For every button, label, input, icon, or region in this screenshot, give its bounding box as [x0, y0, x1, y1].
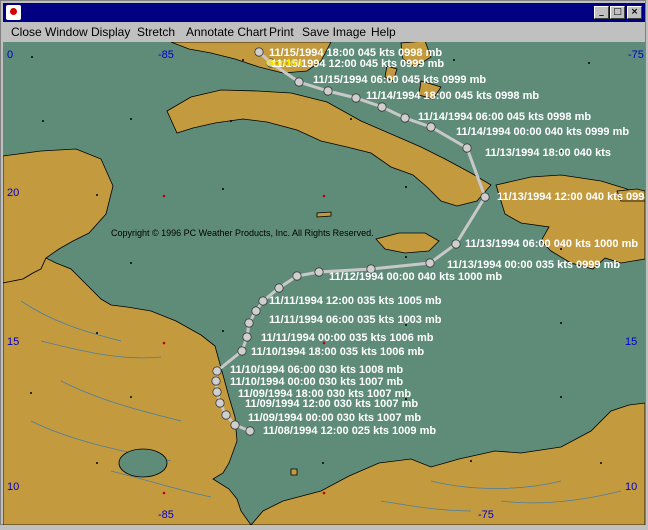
track-point-label: 11/11/1994 12:00 035 kts 1005 mb — [269, 295, 442, 307]
lat-left-15: 15 — [7, 336, 19, 348]
track-point[interactable] — [426, 122, 436, 132]
menu-close-window[interactable]: Close Window — [11, 25, 88, 39]
menu-annotate-chart[interactable]: Annotate Chart — [186, 25, 267, 39]
track-point[interactable] — [230, 420, 240, 430]
track-point[interactable] — [314, 267, 324, 277]
app-hurricane-icon[interactable] — [6, 5, 21, 20]
app-window: _ □ × Close Window Display Stretch Annot… — [0, 0, 648, 526]
map-view[interactable]: -85 -75 -85 -75 20 15 10 0 15 10 Copyrig… — [2, 40, 648, 526]
lat-right-10: 10 — [625, 481, 637, 493]
track-point[interactable] — [244, 318, 254, 328]
lat-left-20: 20 — [7, 187, 19, 199]
track-point-label: 11/09/1994 12:00 030 kts 1007 mb — [245, 398, 418, 410]
track-point[interactable] — [294, 77, 304, 87]
track-point[interactable] — [377, 102, 387, 112]
track-point-label: 11/09/1994 00:00 030 kts 1007 mb — [248, 412, 421, 424]
track-point-label: 11/08/1994 12:00 025 kts 1009 mb — [263, 425, 436, 437]
lon-top-75: -75 — [628, 49, 644, 61]
track-point[interactable] — [292, 271, 302, 281]
track-point-label: 11/11/1994 00:00 035 kts 1006 mb — [261, 332, 434, 344]
title-bar[interactable]: _ □ × — [3, 3, 645, 22]
track-point-label: 11/10/1994 06:00 030 kts 1008 mb — [230, 364, 403, 376]
minimize-button[interactable]: _ — [594, 6, 609, 19]
maximize-button[interactable]: □ — [610, 6, 625, 19]
track-point-label: 11/13/1994 12:00 040 kts 0998 mb — [497, 191, 645, 203]
copyright-text: Copyright © 1996 PC Weather Products, In… — [111, 228, 374, 238]
track-point[interactable] — [221, 410, 231, 420]
track-point[interactable] — [258, 296, 268, 306]
menu-bar: Close Window Display Stretch Annotate Ch… — [3, 23, 645, 41]
track-point[interactable] — [462, 143, 472, 153]
track-point[interactable] — [480, 192, 490, 202]
track-point[interactable] — [212, 387, 222, 397]
track-point[interactable] — [211, 376, 221, 386]
track-point[interactable] — [242, 332, 252, 342]
track-point[interactable] — [400, 113, 410, 123]
track-point[interactable] — [212, 366, 222, 376]
lon-top-85: -85 — [158, 49, 174, 61]
menu-save-image[interactable]: Save Image — [302, 25, 366, 39]
track-point-label: 11/10/1994 18:00 035 kts 1006 mb — [251, 346, 424, 358]
land-san-andres — [290, 468, 298, 476]
lon-bot-75: -75 — [478, 509, 494, 521]
lon-bot-85: -85 — [158, 509, 174, 521]
menu-print[interactable]: Print — [269, 25, 294, 39]
menu-help[interactable]: Help — [371, 25, 396, 39]
menu-display[interactable]: Display — [91, 25, 130, 39]
track-point[interactable] — [251, 306, 261, 316]
track-point-label: 11/14/1994 00:00 040 kts 0999 mb — [456, 126, 629, 138]
track-point[interactable] — [274, 283, 284, 293]
track-point[interactable] — [215, 398, 225, 408]
map-canvas[interactable]: -85 -75 -85 -75 20 15 10 0 15 10 Copyrig… — [2, 40, 648, 526]
menu-stretch[interactable]: Stretch — [137, 25, 175, 39]
track-point-label: 11/15/1994 06:00 045 kts 0999 mb — [313, 74, 486, 86]
track-point[interactable] — [245, 426, 255, 436]
track-point[interactable] — [351, 93, 361, 103]
close-button[interactable]: × — [627, 6, 642, 19]
land-cayman — [316, 211, 332, 218]
track-point[interactable] — [237, 346, 247, 356]
track-point-label: 11/14/1994 18:00 045 kts 0998 mb — [366, 90, 539, 102]
storm-name-label: Gordon — [266, 58, 302, 69]
maximize-icon: □ — [613, 7, 622, 17]
minimize-icon: _ — [599, 7, 604, 17]
lat-left-0: 0 — [7, 49, 13, 61]
track-point[interactable] — [323, 86, 333, 96]
track-point-label: 11/10/1994 00:00 030 kts 1007 mb — [230, 376, 403, 388]
track-point[interactable] — [425, 258, 435, 268]
track-point[interactable] — [451, 239, 461, 249]
track-point-label: 11/14/1994 06:00 045 kts 0998 mb — [418, 111, 591, 123]
lake-nicaragua — [118, 448, 168, 478]
track-point-label: 11/13/1994 00:00 035 kts 0999 mb — [447, 259, 620, 271]
track-point[interactable] — [254, 47, 264, 57]
lat-right-15: 15 — [625, 336, 637, 348]
track-point-label: 11/11/1994 06:00 035 kts 1003 mb — [269, 314, 442, 326]
lat-left-10: 10 — [7, 481, 19, 493]
track-point-label: 11/13/1994 06:00 040 kts 1000 mb — [465, 238, 638, 250]
track-point-label: 11/13/1994 18:00 040 kts — [485, 147, 611, 159]
close-icon: × — [630, 7, 639, 17]
track-point-label: 11/12/1994 00:00 040 kts 1000 mb — [329, 271, 502, 283]
